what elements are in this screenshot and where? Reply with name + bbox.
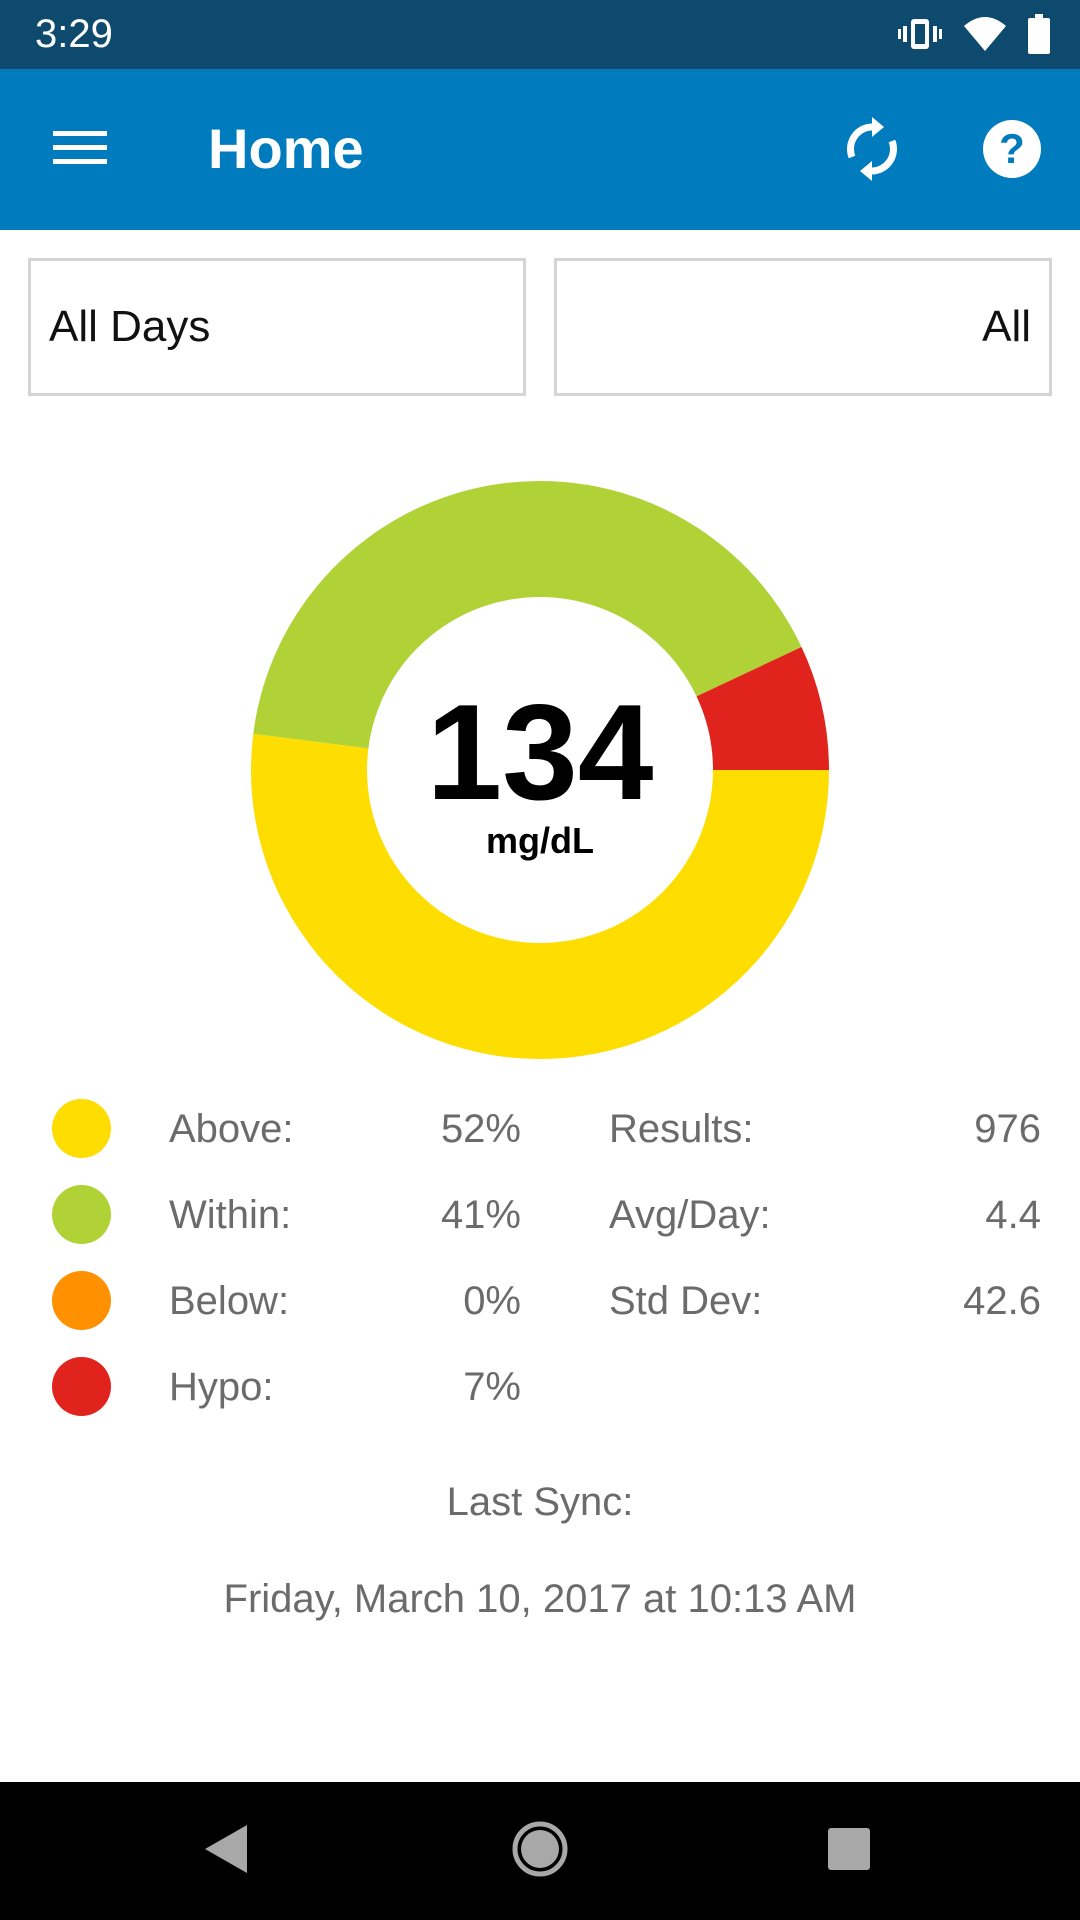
hamburger-menu-icon (53, 127, 107, 172)
last-sync-date: Friday, March 10, 2017 at 10:13 AM (223, 1577, 857, 1621)
system-nav-bar (0, 1782, 1080, 1920)
stat-value: 976 (974, 1107, 1041, 1151)
below-color-dot (52, 1271, 111, 1330)
donut-segment-above (251, 733, 829, 1059)
stat-value: 4.4 (985, 1193, 1041, 1237)
hypo-color-dot (52, 1357, 111, 1416)
legend-label: Above: (169, 1107, 294, 1151)
recents-icon (826, 1826, 872, 1877)
legend-value: 7% (463, 1365, 521, 1409)
legend-value: 0% (463, 1279, 521, 1323)
legend-row-above: Above: 52% Results: 976 (0, 1099, 1080, 1159)
stat-value: 42.6 (963, 1279, 1041, 1323)
days-filter-value: All Days (49, 302, 211, 351)
back-icon (201, 1823, 251, 1880)
legend-label: Hypo: (169, 1365, 274, 1409)
status-icons (898, 12, 1050, 56)
wifi-icon (964, 16, 1006, 52)
app-bar: Home ? (0, 69, 1080, 230)
stat-label: Avg/Day: (609, 1193, 771, 1237)
type-filter-select[interactable]: All (554, 258, 1052, 396)
days-filter-select[interactable]: All Days (28, 258, 526, 396)
legend-value: 41% (440, 1193, 521, 1237)
legend-row-hypo: Hypo: 7% (0, 1357, 1080, 1417)
back-button[interactable] (181, 1806, 271, 1896)
legend-label: Below: (169, 1279, 290, 1323)
page-title: Home (208, 117, 364, 180)
svg-text:?: ? (999, 125, 1025, 172)
recents-button[interactable] (804, 1806, 894, 1896)
legend-row-below: Below: 0% Std Dev: 42.6 (0, 1271, 1080, 1331)
above-color-dot (52, 1099, 111, 1158)
status-time: 3:29 (35, 12, 113, 56)
legend-label: Within: (169, 1193, 292, 1237)
status-bar: 3:29 (0, 0, 1080, 69)
type-filter-value: All (982, 302, 1031, 351)
last-sync-label: Last Sync: (446, 1480, 634, 1524)
battery-icon (1028, 14, 1050, 54)
help-icon: ? (982, 119, 1042, 184)
home-icon (511, 1820, 569, 1883)
stat-label: Std Dev: (609, 1279, 763, 1323)
sync-icon (842, 115, 902, 188)
within-color-dot (52, 1185, 111, 1244)
menu-button[interactable] (30, 109, 130, 189)
vibrate-icon (898, 16, 942, 52)
legend-row-within: Within: 41% Avg/Day: 4.4 (0, 1185, 1080, 1245)
help-button[interactable]: ? (970, 109, 1054, 193)
stat-label: Results: (609, 1107, 754, 1151)
sync-button[interactable] (830, 109, 914, 193)
range-donut-chart (251, 481, 829, 1059)
legend-value: 52% (440, 1107, 521, 1151)
home-button[interactable] (495, 1806, 585, 1896)
